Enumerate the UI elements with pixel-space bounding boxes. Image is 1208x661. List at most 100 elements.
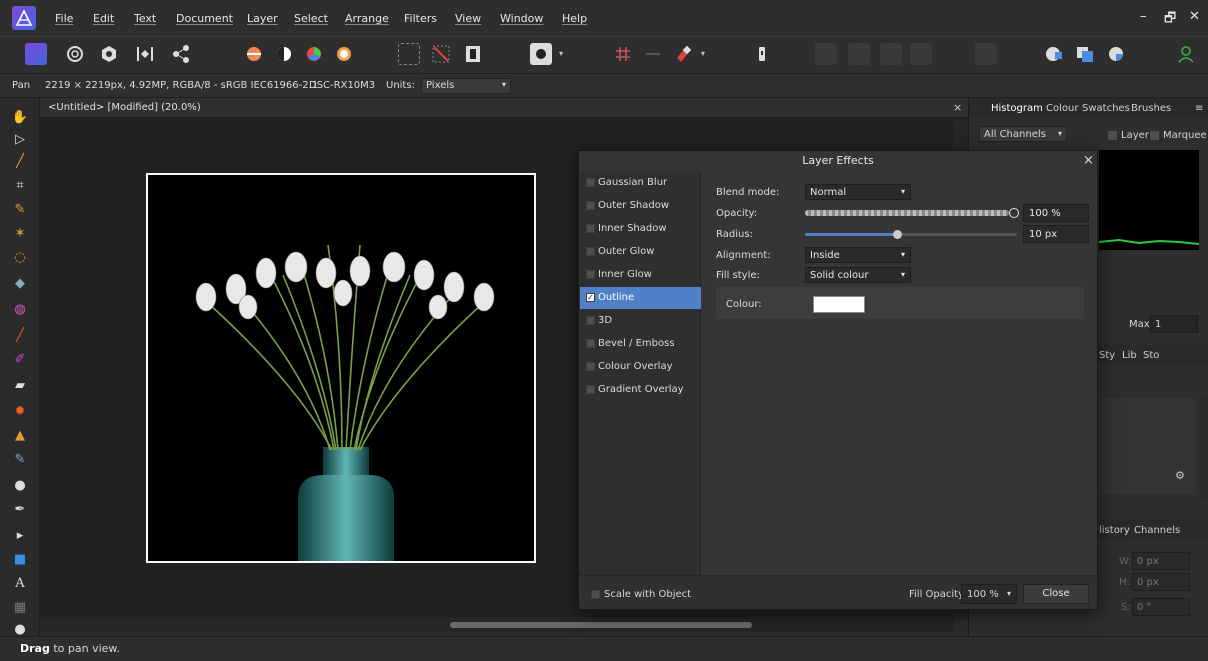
flood-select-icon[interactable]: ✶ — [11, 224, 29, 242]
tab-stock[interactable]: Sto — [1143, 350, 1159, 361]
panel-menu-icon[interactable]: ≡ — [1195, 103, 1203, 114]
text-tool-icon[interactable]: A — [11, 574, 29, 592]
effect-outer-glow[interactable]: Outer Glow — [580, 241, 701, 263]
effect-checkbox[interactable] — [586, 201, 595, 210]
close-icon[interactable]: × — [1083, 153, 1094, 168]
rectangle-tool-icon[interactable]: ■ — [11, 550, 29, 568]
horizontal-scroll-thumb[interactable] — [450, 622, 752, 628]
opacity-slider-handle[interactable] — [1009, 208, 1019, 218]
effect-checkbox[interactable] — [586, 178, 595, 187]
radius-slider-handle[interactable] — [893, 230, 902, 239]
effect-checkbox[interactable] — [586, 362, 595, 371]
radius-field[interactable]: 10 px — [1023, 225, 1089, 243]
flood-fill-icon[interactable]: ◆ — [11, 274, 29, 292]
effect-outer-shadow[interactable]: Outer Shadow — [580, 195, 701, 217]
invert-selection-icon[interactable] — [430, 43, 452, 65]
arrange-front-icon[interactable] — [910, 43, 932, 65]
mask-mode-icon[interactable] — [530, 43, 552, 65]
chevron-down-icon[interactable]: ▾ — [698, 43, 708, 65]
auto-contrast-icon[interactable] — [273, 43, 295, 65]
marquee-checkbox[interactable] — [1150, 131, 1159, 140]
menu-arrange[interactable]: Arrange — [345, 12, 389, 25]
opacity-slider[interactable] — [805, 210, 1009, 216]
auto-colours-icon[interactable] — [303, 43, 325, 65]
gradient-tool-icon[interactable]: ◍ — [11, 300, 29, 318]
layer-lock-icon[interactable] — [751, 43, 773, 65]
develop-persona-icon[interactable] — [98, 43, 120, 65]
channels-dropdown[interactable]: All Channels ▾ — [979, 126, 1067, 142]
photo-persona-icon[interactable] — [25, 43, 47, 65]
selection-brush-icon[interactable]: ✎ — [11, 200, 29, 218]
hand-icon[interactable]: ✋ — [11, 108, 29, 126]
dodge-brush-icon[interactable]: ✹ — [11, 402, 29, 420]
tab-colour[interactable]: Colour — [1046, 103, 1078, 114]
node-tool-icon[interactable]: ▸ — [11, 526, 29, 544]
close-document-icon[interactable]: × — [953, 101, 962, 114]
panel-scrollbar[interactable] — [1199, 398, 1207, 498]
radius-slider[interactable] — [805, 233, 1017, 236]
effect-inner-glow[interactable]: Inner Glow — [580, 264, 701, 286]
alignment-dropdown[interactable]: Inside ▾ — [805, 247, 911, 263]
paint-brush-icon[interactable]: ╱ — [11, 326, 29, 344]
effect-checkbox[interactable] — [586, 247, 595, 256]
fill-opacity-field[interactable]: 100 % ▾ — [961, 584, 1017, 604]
opacity-field[interactable]: 100 % — [1023, 204, 1089, 222]
menu-help[interactable]: Help — [562, 12, 587, 25]
layer-checkbox[interactable] — [1108, 131, 1117, 140]
menu-filters[interactable]: Filters — [404, 12, 437, 25]
shear-field[interactable]: 0 ° — [1132, 598, 1190, 616]
tone-mapping-persona-icon[interactable] — [134, 43, 156, 65]
pen-tool-icon[interactable]: ✒ — [11, 500, 29, 518]
tab-history[interactable]: listory — [1099, 525, 1130, 536]
erase-brush-icon[interactable]: ▰ — [11, 376, 29, 394]
export-persona-icon[interactable] — [170, 43, 192, 65]
menu-text[interactable]: Text — [134, 12, 156, 25]
effect-inner-shadow[interactable]: Inner Shadow — [580, 218, 701, 240]
check-icon[interactable]: ✓ — [586, 293, 595, 302]
tab-brushes[interactable]: Brushes — [1131, 103, 1171, 114]
boolean-subtract-icon[interactable] — [1074, 43, 1096, 65]
blend-mode-dropdown[interactable]: Normal ▾ — [805, 184, 911, 200]
height-field[interactable]: 0 px — [1132, 573, 1190, 591]
effect-gradient-overlay[interactable]: Gradient Overlay — [580, 379, 701, 401]
horizontal-scrollbar[interactable] — [40, 618, 954, 632]
menu-layer[interactable]: Layer — [247, 12, 278, 25]
clone-brush-icon[interactable]: ▲ — [11, 426, 29, 444]
menu-select[interactable]: Select — [294, 12, 328, 25]
max-field[interactable]: 1 — [1150, 315, 1198, 333]
menu-window[interactable]: Window — [500, 12, 543, 25]
effect-checkbox[interactable] — [586, 316, 595, 325]
tab-library[interactable]: Lib — [1122, 350, 1137, 361]
colour-picker-icon[interactable]: ╱ — [11, 152, 29, 170]
marquee-icon[interactable] — [398, 43, 420, 65]
effect-bevel-emboss[interactable]: Bevel / Emboss — [580, 333, 701, 355]
colour-replacement-icon[interactable]: ✐ — [11, 350, 29, 368]
arrange-back-icon[interactable] — [815, 43, 837, 65]
tab-channels[interactable]: Channels — [1134, 525, 1180, 536]
colour-swatch[interactable] — [813, 296, 865, 313]
liquify-persona-icon[interactable] — [64, 43, 86, 65]
gear-icon[interactable]: ⚙ — [1175, 469, 1185, 482]
effect-gaussian-blur[interactable]: Gaussian Blur — [580, 172, 701, 194]
tab-swatches[interactable]: Swatches — [1082, 103, 1130, 114]
menu-document[interactable]: Document — [176, 12, 233, 25]
tab-histogram[interactable]: Histogram — [991, 103, 1043, 114]
mesh-warp-icon[interactable]: ▦ — [11, 598, 29, 616]
user-account-icon[interactable] — [1175, 43, 1197, 65]
restore-button[interactable]: 🗗 — [1164, 9, 1176, 31]
move-tool-icon[interactable]: ▷ — [11, 130, 29, 148]
tab-styles[interactable]: Sty — [1099, 350, 1115, 361]
blur-brush-icon[interactable]: ● — [11, 476, 29, 494]
arrange-forward-icon[interactable] — [880, 43, 902, 65]
crop-tool-icon[interactable]: ⌗ — [11, 176, 29, 194]
auto-white-balance-icon[interactable] — [333, 43, 355, 65]
boolean-add-icon[interactable] — [1043, 43, 1065, 65]
effect-outline[interactable]: ✓ Outline — [580, 287, 701, 309]
width-field[interactable]: 0 px — [1132, 552, 1190, 570]
effect-checkbox[interactable] — [586, 385, 595, 394]
close-button[interactable]: Close — [1023, 584, 1089, 604]
snapping-grid-icon[interactable] — [612, 43, 634, 65]
effect-checkbox[interactable] — [586, 270, 595, 279]
menu-edit[interactable]: Edit — [93, 12, 114, 25]
inpainting-icon[interactable]: ✎ — [11, 450, 29, 468]
